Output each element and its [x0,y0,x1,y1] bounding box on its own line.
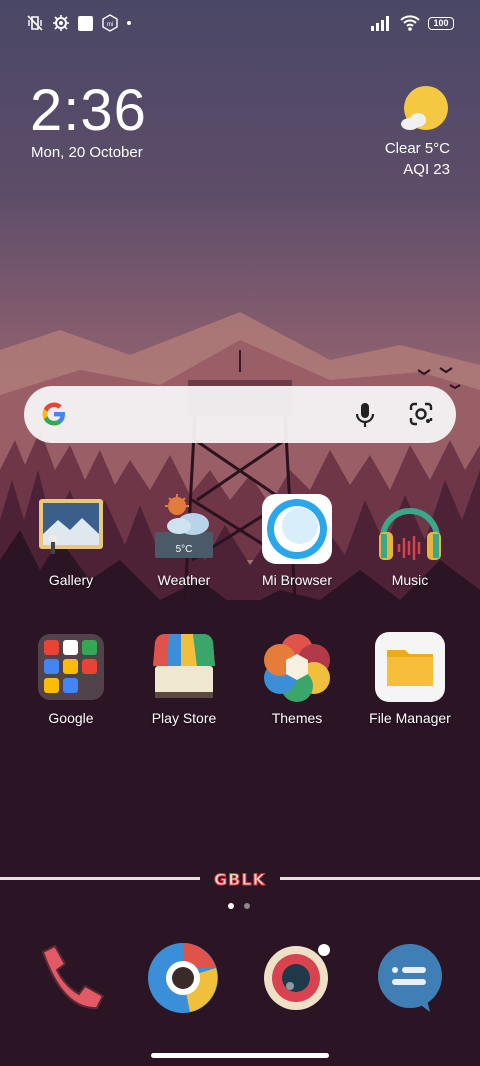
app-play-store[interactable]: Play Store [128,632,240,726]
headphones-icon [375,494,445,564]
camera-icon [264,944,330,1010]
dock-chrome[interactable] [145,940,221,1016]
folder-icon [375,632,445,702]
page-dot [244,903,250,909]
dot-icon [127,21,131,25]
messages-icon [378,944,442,1012]
app-label: Mi Browser [261,572,332,588]
dock-camera[interactable] [262,940,338,1016]
mute-vibrate-icon [27,15,43,31]
weather-aqi: AQI 23 [403,161,450,178]
app-themes[interactable]: Themes [241,632,353,726]
weather-icon-temp: 5°C [176,544,193,555]
sun-cloud-icon [401,86,448,130]
svg-text:mi: mi [107,22,113,28]
app-label: Google [48,710,94,726]
clock-date[interactable]: Mon, 20 October [31,144,143,161]
clock-time[interactable]: 2:36 [30,80,147,142]
chrome-icon [148,943,218,1013]
battery-indicator: 100 [428,16,454,30]
browser-icon [262,494,332,564]
weather-icon: 5°C [149,494,219,564]
square-notification-icon [78,15,93,31]
gallery-icon [36,494,106,564]
app-label: Gallery [48,572,94,588]
signal-icon [371,16,389,31]
app-weather[interactable]: 5°C Weather [128,494,240,588]
home-gesture-bar[interactable] [151,1053,329,1058]
dock-messages[interactable] [372,940,448,1016]
page-dot-active [228,903,234,909]
app-label: File Manager [369,710,451,726]
app-label: Weather [157,572,211,588]
google-folder-icon [36,632,106,702]
store-icon [149,632,219,702]
app-music[interactable]: Music [354,494,466,588]
app-label: Themes [271,710,323,726]
themes-icon [262,632,332,702]
app-mi-browser[interactable]: Mi Browser [241,494,353,588]
app-file-manager[interactable]: File Manager [354,632,466,726]
page-indicator [228,903,250,909]
status-bar: mi 100 [0,12,480,36]
mi-icon: mi [102,14,118,32]
microphone-icon[interactable] [354,401,376,429]
divider-text: GBLK [200,868,280,890]
google-logo-icon [42,402,65,426]
app-label: Play Store [151,710,217,726]
settings-cog-icon [53,15,69,31]
weather-widget[interactable]: Clear 5°C AQI 23 [385,86,450,178]
google-search-bar[interactable] [24,386,456,443]
phone-icon [41,944,105,1010]
app-gallery[interactable]: Gallery [15,494,127,588]
wifi-icon [400,15,420,31]
app-label: Music [391,572,429,588]
google-lens-icon[interactable] [408,401,434,427]
dock-phone[interactable] [33,940,109,1016]
weather-condition: Clear 5°C [384,140,450,157]
app-google-folder[interactable]: Google [15,632,127,726]
